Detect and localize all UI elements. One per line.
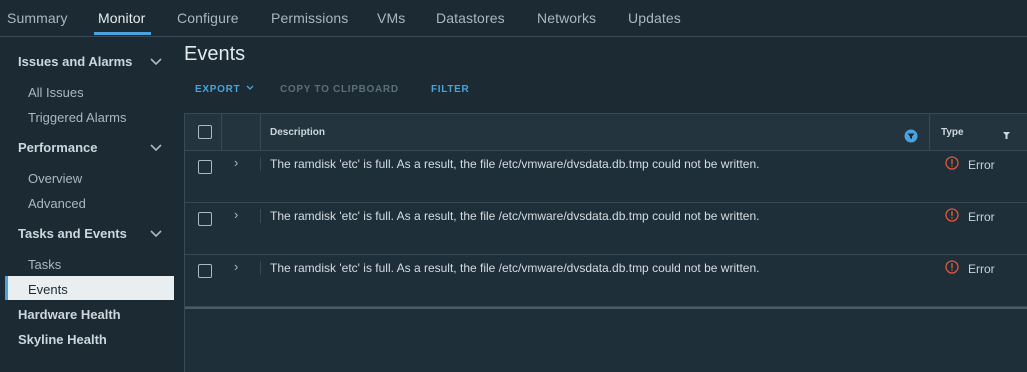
sidebar-item-triggered-alarms[interactable]: Triggered Alarms bbox=[28, 110, 127, 125]
grid-footer-divider bbox=[185, 307, 1027, 309]
sidebar-item-all-issues[interactable]: All Issues bbox=[28, 85, 84, 100]
tab-permissions[interactable]: Permissions bbox=[271, 10, 348, 26]
tab-datastores[interactable]: Datastores bbox=[436, 10, 505, 26]
chevron-down-icon bbox=[246, 85, 254, 90]
filter-icon[interactable] bbox=[904, 129, 918, 143]
page-title: Events bbox=[184, 43, 246, 65]
tab-networks[interactable]: Networks bbox=[537, 10, 596, 26]
event-description: The ramdisk 'etc' is full. As a result, … bbox=[270, 157, 760, 171]
tab-updates[interactable]: Updates bbox=[628, 10, 681, 26]
column-divider bbox=[260, 209, 261, 223]
chevron-down-icon[interactable] bbox=[150, 144, 162, 152]
sort-icon[interactable] bbox=[1002, 131, 1011, 140]
column-divider bbox=[260, 157, 261, 171]
row-checkbox[interactable] bbox=[198, 212, 212, 226]
select-all-checkbox[interactable] bbox=[198, 125, 212, 139]
chevron-right-icon[interactable]: › bbox=[234, 207, 238, 222]
grid-header: Description Type bbox=[185, 114, 1027, 151]
tab-monitor[interactable]: Monitor bbox=[98, 10, 145, 26]
sidebar-item-tasks[interactable]: Tasks bbox=[28, 257, 61, 272]
event-type: Error bbox=[968, 262, 995, 276]
sidebar-item-events-label[interactable]: Events bbox=[28, 282, 68, 297]
event-description: The ramdisk 'etc' is full. As a result, … bbox=[270, 209, 760, 223]
sidebar-section-performance[interactable]: Performance bbox=[18, 140, 97, 155]
event-type: Error bbox=[968, 210, 995, 224]
chevron-down-icon[interactable] bbox=[150, 230, 162, 238]
column-header-type[interactable]: Type bbox=[941, 127, 964, 138]
column-header-description[interactable]: Description bbox=[270, 127, 325, 138]
error-circle-icon bbox=[945, 156, 959, 170]
column-divider bbox=[929, 114, 930, 150]
events-grid: Description Type › The ramdisk 'etc' is … bbox=[184, 113, 1027, 372]
chevron-right-icon[interactable]: › bbox=[234, 155, 238, 170]
row-checkbox[interactable] bbox=[198, 264, 212, 278]
event-description: The ramdisk 'etc' is full. As a result, … bbox=[270, 261, 760, 275]
copy-to-clipboard-button[interactable]: COPY TO CLIPBOARD bbox=[280, 84, 399, 95]
column-divider bbox=[221, 114, 222, 150]
column-divider bbox=[260, 261, 261, 275]
active-tab-indicator bbox=[94, 32, 151, 35]
sidebar: Issues and Alarms All Issues Triggered A… bbox=[0, 37, 182, 371]
table-row[interactable]: › The ramdisk 'etc' is full. As a result… bbox=[185, 203, 1027, 255]
sidebar-item-hardware-health[interactable]: Hardware Health bbox=[18, 307, 121, 322]
table-row[interactable]: › The ramdisk 'etc' is full. As a result… bbox=[185, 255, 1027, 307]
error-circle-icon bbox=[945, 208, 959, 222]
sidebar-item-overview[interactable]: Overview bbox=[28, 171, 82, 186]
error-circle-icon bbox=[945, 260, 959, 274]
export-label: EXPORT bbox=[195, 84, 241, 95]
table-row[interactable]: › The ramdisk 'etc' is full. As a result… bbox=[185, 151, 1027, 203]
tab-summary[interactable]: Summary bbox=[7, 10, 68, 26]
tab-bar: Summary Monitor Configure Permissions VM… bbox=[0, 0, 1027, 37]
chevron-down-icon[interactable] bbox=[150, 58, 162, 66]
row-checkbox[interactable] bbox=[198, 160, 212, 174]
column-divider bbox=[260, 114, 261, 150]
sidebar-section-issues-and-alarms[interactable]: Issues and Alarms bbox=[18, 54, 132, 69]
sidebar-section-tasks-and-events[interactable]: Tasks and Events bbox=[18, 226, 127, 241]
tab-configure[interactable]: Configure bbox=[177, 10, 239, 26]
sidebar-item-advanced[interactable]: Advanced bbox=[28, 196, 86, 211]
filter-button[interactable]: FILTER bbox=[431, 84, 469, 95]
active-item-indicator bbox=[5, 276, 8, 300]
chevron-right-icon[interactable]: › bbox=[234, 259, 238, 274]
event-type: Error bbox=[968, 158, 995, 172]
export-button[interactable]: EXPORT bbox=[195, 84, 254, 95]
sidebar-item-skyline-health[interactable]: Skyline Health bbox=[18, 332, 107, 347]
tab-vms[interactable]: VMs bbox=[377, 10, 405, 26]
